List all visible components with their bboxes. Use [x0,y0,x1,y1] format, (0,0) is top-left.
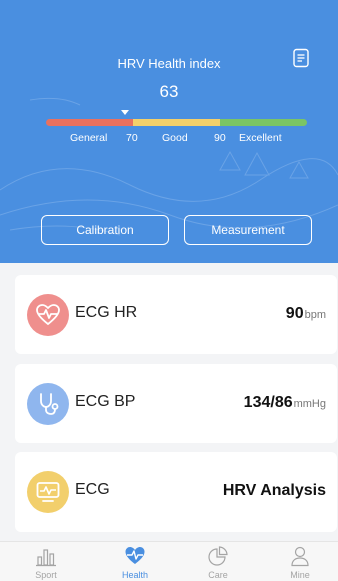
ecg-monitor-icon [27,471,69,513]
scale-label-general: General [70,132,108,144]
scale-segment-excellent [220,119,307,126]
hrv-title: HRV Health index [117,56,221,71]
measurement-button[interactable]: Measurement [184,215,312,245]
calibration-button[interactable]: Calibration [41,215,169,245]
scale-label-70: 70 [126,132,138,144]
hrv-header: HRV Health index 63 General 70 Good 90 E… [0,0,338,263]
bar-chart-icon [36,549,56,567]
scale-segment-general [46,119,133,126]
ecg-title: ECG [75,481,110,498]
ecg-card[interactable]: ECG HRV Analysis [15,452,337,532]
hrv-analysis-label: HRV Analysis [222,482,326,499]
scale-label-excellent: Excellent [239,132,282,144]
tab-health-label: Health [121,570,148,580]
heart-pulse-icon [125,547,145,564]
ecg-bp-value: 134/86 [243,394,293,411]
hrv-value: 63 [159,82,179,101]
ecg-hr-unit: bpm [304,309,326,321]
scale-label-good: Good [162,132,188,144]
ecg-hr-card[interactable]: ECG HR 90bpm [15,275,337,354]
scale-label-90: 90 [214,132,226,144]
heart-pulse-icon [27,294,69,336]
tab-care-label: Care [208,570,228,580]
hrv-scale-bar [46,119,307,126]
pie-chart-icon [208,546,228,566]
bottom-tab-bar: Sport Health Care Mine [0,541,338,581]
report-icon[interactable] [292,48,310,68]
tab-sport-label: Sport [35,570,57,580]
ecg-bp-title: ECG BP [75,393,136,410]
stethoscope-icon [27,383,69,425]
ecg-hr-reading: 90bpm [286,305,326,323]
ecg-bp-reading: 134/86mmHg [244,394,326,412]
ecg-hr-title: ECG HR [75,304,138,321]
ecg-hr-value: 90 [285,305,304,322]
scale-pointer [121,110,129,115]
ecg-bp-unit: mmHg [293,398,326,410]
user-icon [291,546,309,567]
scale-segment-good [133,119,220,126]
tab-mine-label: Mine [290,570,310,580]
ecg-bp-card[interactable]: ECG BP 134/86mmHg [15,364,337,443]
